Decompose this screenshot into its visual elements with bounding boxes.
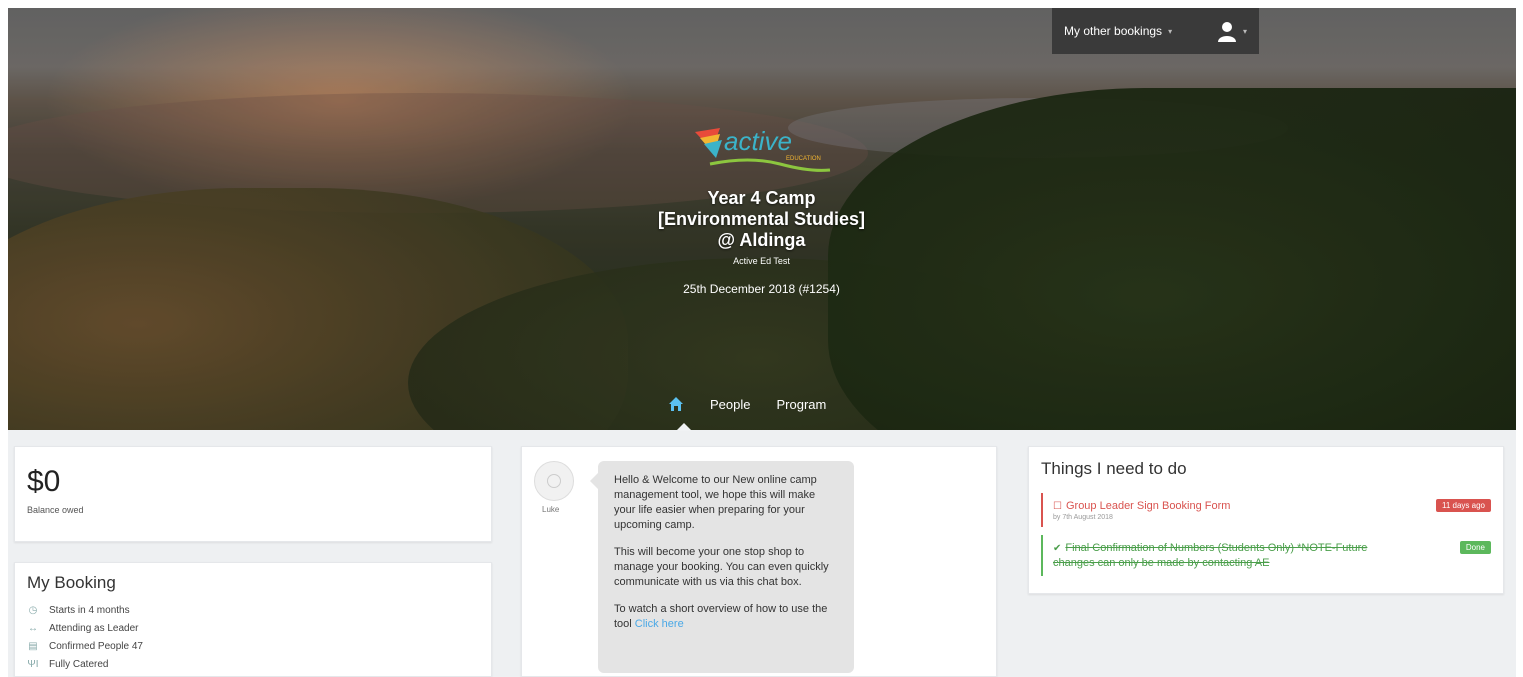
event-date: 25th December 2018 (#1254) <box>683 282 840 296</box>
other-bookings-menu[interactable]: My other bookings ▾ <box>1064 24 1215 38</box>
calendar-icon: ▤ <box>28 640 38 652</box>
event-title-line: @ Aldinga <box>717 230 806 250</box>
check-icon: ✔ <box>1053 543 1062 554</box>
list-item: ↔ Attending as Leader <box>27 619 479 637</box>
event-title-line: Year 4 Camp <box>707 188 816 208</box>
event-title: Year 4 Camp [Environmental Studies] @ Al… <box>0 188 1523 251</box>
event-title-line: [Environmental Studies] <box>657 209 866 229</box>
balance-label: Balance owed <box>27 505 84 515</box>
balance-card: $0 Balance owed <box>14 446 492 542</box>
status-badge: 11 days ago <box>1436 499 1491 512</box>
task-title: Group Leader Sign Booking Form <box>1065 500 1231 512</box>
home-icon[interactable] <box>668 396 684 412</box>
nav-active-pointer <box>676 423 692 431</box>
chat-paragraph: Hello & Welcome to our New online camp m… <box>614 474 817 531</box>
booking-detail-label: Attending as Leader <box>49 622 139 634</box>
booking-detail-label: Fully Catered <box>49 658 109 670</box>
avatar <box>534 461 574 501</box>
nav-program[interactable]: Program <box>776 397 826 412</box>
list-item: ▤ Confirmed People 47 <box>27 637 479 655</box>
task-title-row: ✔ Final Confirmation of Numbers (Students… <box>1053 541 1401 570</box>
todo-card: Things I need to do ☐ Group Leader Sign B… <box>1028 446 1504 594</box>
my-booking-card: My Booking ◷ Starts in 4 months ↔ Attend… <box>14 562 492 677</box>
chat-paragraph: To watch a short overview of how to use … <box>614 602 838 632</box>
booking-detail-label: Starts in 4 months <box>49 604 130 616</box>
svg-text:active: active <box>724 126 792 156</box>
task-due-date: by 7th August 2018 <box>1053 514 1113 521</box>
other-bookings-label: My other bookings <box>1064 24 1163 38</box>
todo-task[interactable]: ☐ Group Leader Sign Booking Form by 7th A… <box>1041 493 1491 527</box>
utensils-icon: ΨΙ <box>27 658 39 670</box>
task-title-row: ☐ Group Leader Sign Booking Form <box>1053 499 1401 514</box>
nav-people[interactable]: People <box>710 397 750 412</box>
clock-icon: ◷ <box>28 604 38 616</box>
arrows-icon: ↔ <box>28 622 38 634</box>
user-menu[interactable]: ▾ <box>1215 19 1247 43</box>
list-item: ◷ Starts in 4 months <box>27 601 479 619</box>
svg-text:EDUCATION: EDUCATION <box>786 156 821 162</box>
todo-task[interactable]: ✔ Final Confirmation of Numbers (Students… <box>1041 535 1491 576</box>
chat-paragraph: This will become your one stop shop to m… <box>614 546 829 588</box>
active-education-logo: active EDUCATION <box>695 126 831 172</box>
user-icon <box>1217 22 1236 42</box>
chat-sender-name: Luke <box>542 505 560 514</box>
todo-title: Things I need to do <box>1041 459 1187 478</box>
chat-card: Luke Hello & Welcome to our New online c… <box>521 446 997 677</box>
status-badge: Done <box>1459 541 1491 554</box>
task-title: Final Confirmation of Numbers (Students … <box>1053 542 1368 569</box>
checkbox-icon[interactable]: ☐ <box>1053 501 1062 512</box>
chat-message-bubble: Hello & Welcome to our New online camp m… <box>590 461 854 673</box>
overview-video-link[interactable]: Click here <box>635 618 684 630</box>
balance-amount: $0 <box>27 465 61 498</box>
chevron-down-icon: ▾ <box>1168 26 1173 36</box>
main-nav: People Program <box>668 396 826 412</box>
booking-detail-label: Confirmed People 47 <box>49 640 143 652</box>
chevron-down-icon: ▾ <box>1242 26 1247 36</box>
my-booking-title: My Booking <box>27 573 116 592</box>
top-bar: My other bookings ▾ ▾ <box>1052 8 1259 54</box>
list-item: ΨΙ Fully Catered <box>27 655 479 673</box>
booking-details-list: ◷ Starts in 4 months ↔ Attending as Lead… <box>27 601 479 673</box>
organisation-name: Active Ed Test <box>733 256 790 266</box>
